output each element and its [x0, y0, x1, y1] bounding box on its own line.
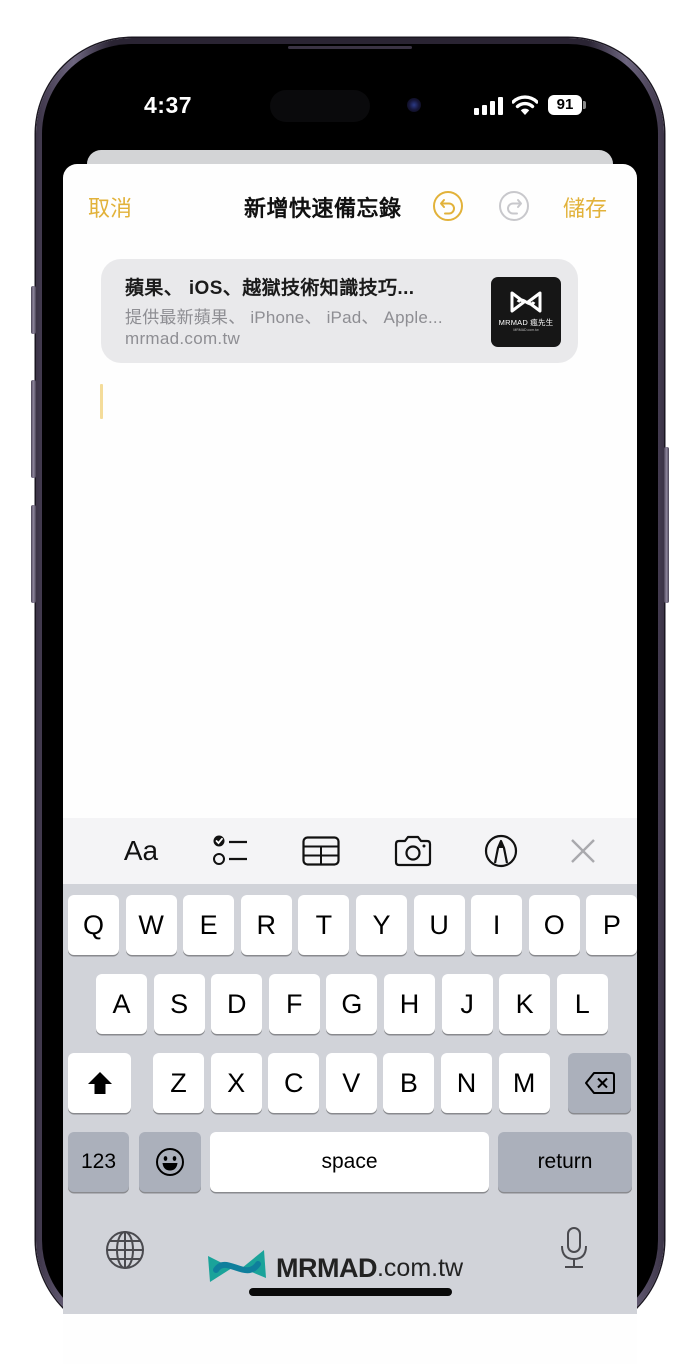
key-m[interactable]: M [498, 1053, 550, 1113]
action-button [31, 286, 36, 334]
emoji-icon [156, 1148, 184, 1176]
redo-icon[interactable] [498, 190, 530, 222]
thumbnail-brand: MRMAD 瘋先生 [498, 318, 554, 327]
watermark-brand: MRMAD [276, 1252, 377, 1283]
return-key[interactable]: return [498, 1132, 632, 1192]
link-domain: mrmad.com.tw [125, 329, 241, 348]
table-icon [302, 836, 340, 866]
watermark: MRMAD .com.tw [206, 1248, 463, 1288]
camera-icon [394, 835, 432, 867]
save-button[interactable]: 儲存 [563, 191, 607, 223]
battery-indicator: 91 [548, 95, 582, 115]
key-y[interactable]: Y [356, 895, 407, 955]
cancel-button[interactable]: 取消 [88, 191, 132, 223]
key-s[interactable]: S [153, 974, 205, 1034]
key-a[interactable]: A [96, 974, 147, 1034]
key-v[interactable]: V [325, 1053, 377, 1113]
link-title: 蘋果、 iOS、越獄技術知識技巧... [125, 278, 415, 299]
table-button[interactable] [293, 818, 349, 884]
format-toolbar: Aa [63, 818, 637, 884]
thumbnail-sub: MRMAD.com.tw [513, 328, 539, 332]
delete-key[interactable] [568, 1053, 631, 1113]
home-indicator[interactable] [249, 1288, 452, 1296]
front-camera [407, 98, 421, 112]
markup-icon [484, 834, 518, 868]
key-i[interactable]: I [471, 895, 523, 955]
cellular-signal-icon [474, 97, 503, 115]
key-w[interactable]: W [125, 895, 177, 955]
space-key[interactable]: space [210, 1132, 489, 1192]
key-z[interactable]: Z [153, 1053, 204, 1113]
key-j[interactable]: J [441, 974, 493, 1034]
key-d[interactable]: D [211, 974, 263, 1034]
close-toolbar-button[interactable] [555, 818, 611, 884]
speaker-grille [288, 46, 412, 49]
checklist-button[interactable] [203, 818, 259, 884]
watermark-domain: .com.tw [376, 1253, 464, 1282]
close-icon [571, 839, 595, 863]
key-t[interactable]: T [298, 895, 350, 955]
battery-tip [583, 101, 586, 109]
key-o[interactable]: O [528, 895, 580, 955]
power-button [664, 447, 669, 603]
mrmad-logo-icon [510, 291, 542, 313]
shift-icon [87, 1072, 112, 1094]
key-h[interactable]: H [384, 974, 435, 1034]
key-g[interactable]: G [326, 974, 378, 1034]
markup-button[interactable] [473, 818, 529, 884]
key-u[interactable]: U [413, 895, 465, 955]
link-thumbnail: MRMAD 瘋先生 MRMAD.com.tw [491, 277, 561, 347]
camera-button[interactable] [385, 818, 441, 884]
key-l[interactable]: L [556, 974, 608, 1034]
key-c[interactable]: C [268, 1053, 320, 1113]
note-body[interactable] [90, 375, 610, 805]
key-r[interactable]: R [240, 895, 292, 955]
emoji-key[interactable] [139, 1132, 201, 1192]
volume-down-button [31, 505, 36, 603]
undo-icon[interactable] [432, 190, 464, 222]
text-format-label: Aa [123, 835, 159, 866]
numbers-key[interactable]: 123 [68, 1132, 129, 1192]
dynamic-island [270, 90, 370, 122]
link-description: 提供最新蘋果、 iPhone、 iPad、 Apple... [125, 308, 443, 327]
key-n[interactable]: N [441, 1053, 492, 1113]
key-f[interactable]: F [268, 974, 320, 1034]
key-e[interactable]: E [183, 895, 235, 955]
key-b[interactable]: B [383, 1053, 435, 1113]
text-format-button[interactable]: Aa [113, 818, 169, 884]
backspace-icon [584, 1072, 615, 1094]
checklist-icon [213, 835, 247, 865]
volume-up-button [31, 380, 36, 478]
key-k[interactable]: K [499, 974, 551, 1034]
key-x[interactable]: X [210, 1053, 262, 1113]
globe-icon[interactable] [105, 1230, 145, 1270]
key-q[interactable]: Q [68, 895, 119, 955]
microphone-icon[interactable] [559, 1226, 589, 1270]
page-title: 新增快速備忘錄 [244, 196, 402, 221]
wifi-icon [512, 95, 538, 115]
mrmad-watermark-logo-icon [208, 1250, 266, 1282]
shift-key[interactable] [68, 1053, 131, 1113]
status-time: 4:37 [144, 92, 193, 118]
key-p[interactable]: P [586, 895, 638, 955]
